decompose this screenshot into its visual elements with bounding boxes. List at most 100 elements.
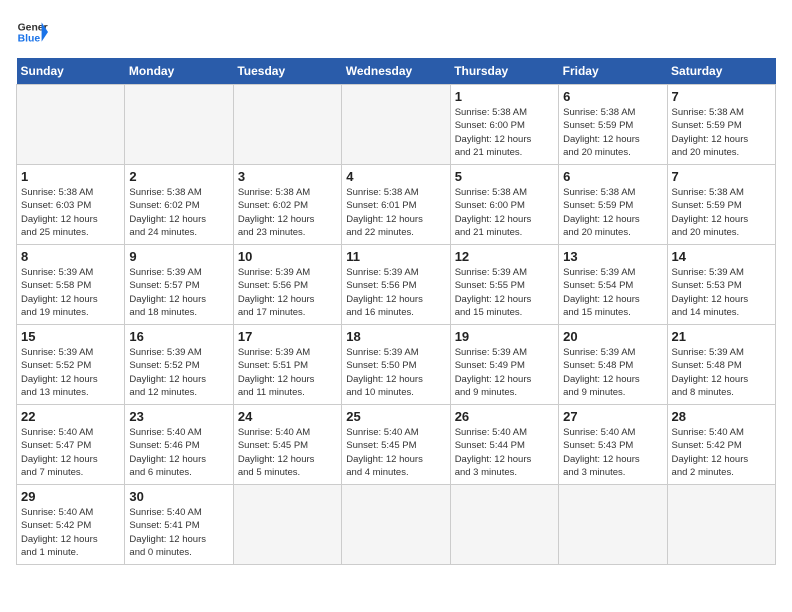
day-number: 19 xyxy=(455,329,554,344)
calendar-cell: 17 Sunrise: 5:39 AM Sunset: 5:51 PM Dayli… xyxy=(233,325,341,405)
column-header-friday: Friday xyxy=(559,58,667,85)
day-number: 21 xyxy=(672,329,771,344)
header-row: SundayMondayTuesdayWednesdayThursdayFrid… xyxy=(17,58,776,85)
calendar-cell: 28 Sunrise: 5:40 AM Sunset: 5:42 PM Dayli… xyxy=(667,405,775,485)
day-number: 18 xyxy=(346,329,445,344)
day-info: Sunrise: 5:40 AM Sunset: 5:42 PM Dayligh… xyxy=(672,426,771,479)
day-info: Sunrise: 5:38 AM Sunset: 5:59 PM Dayligh… xyxy=(672,106,771,159)
calendar-cell: 15 Sunrise: 5:39 AM Sunset: 5:52 PM Dayli… xyxy=(17,325,125,405)
day-number: 4 xyxy=(346,169,445,184)
calendar-cell: 11 Sunrise: 5:39 AM Sunset: 5:56 PM Dayli… xyxy=(342,245,450,325)
day-number: 5 xyxy=(455,169,554,184)
calendar-cell: 25Sunrise: 5:40 AM Sunset: 5:45 PM Dayli… xyxy=(342,405,450,485)
week-row: 1 Sunrise: 5:38 AM Sunset: 6:00 PM Daylig… xyxy=(17,85,776,165)
calendar-cell: 24Sunrise: 5:40 AM Sunset: 5:45 PM Dayli… xyxy=(233,405,341,485)
day-number: 7 xyxy=(672,169,771,184)
day-number: 22 xyxy=(21,409,120,424)
day-info: Sunrise: 5:38 AM Sunset: 5:59 PM Dayligh… xyxy=(563,106,662,159)
day-number: 28 xyxy=(672,409,771,424)
day-info: Sunrise: 5:39 AM Sunset: 5:57 PM Dayligh… xyxy=(129,266,228,319)
day-info: Sunrise: 5:38 AM Sunset: 5:59 PM Dayligh… xyxy=(563,186,662,239)
day-info: Sunrise: 5:40 AM Sunset: 5:46 PM Dayligh… xyxy=(129,426,228,479)
day-number: 11 xyxy=(346,249,445,264)
day-info: Sunrise: 5:38 AM Sunset: 6:00 PM Dayligh… xyxy=(455,106,554,159)
column-header-sunday: Sunday xyxy=(17,58,125,85)
day-number: 6 xyxy=(563,169,662,184)
day-number: 17 xyxy=(238,329,337,344)
calendar-cell: 9Sunrise: 5:39 AM Sunset: 5:57 PM Daylig… xyxy=(125,245,233,325)
day-info: Sunrise: 5:38 AM Sunset: 6:02 PM Dayligh… xyxy=(238,186,337,239)
day-number: 6 xyxy=(563,89,662,104)
calendar-cell: 4 Sunrise: 5:38 AM Sunset: 6:01 PM Daylig… xyxy=(342,165,450,245)
day-info: Sunrise: 5:40 AM Sunset: 5:42 PM Dayligh… xyxy=(21,506,120,559)
day-info: Sunrise: 5:40 AM Sunset: 5:41 PM Dayligh… xyxy=(129,506,228,559)
day-number: 13 xyxy=(563,249,662,264)
day-number: 10 xyxy=(238,249,337,264)
week-row: 22 Sunrise: 5:40 AM Sunset: 5:47 PM Dayli… xyxy=(17,405,776,485)
day-number: 23 xyxy=(129,409,228,424)
day-info: Sunrise: 5:39 AM Sunset: 5:56 PM Dayligh… xyxy=(346,266,445,319)
day-info: Sunrise: 5:39 AM Sunset: 5:52 PM Dayligh… xyxy=(21,346,120,399)
day-info: Sunrise: 5:40 AM Sunset: 5:44 PM Dayligh… xyxy=(455,426,554,479)
calendar-cell xyxy=(559,485,667,565)
day-number: 30 xyxy=(129,489,228,504)
column-header-thursday: Thursday xyxy=(450,58,558,85)
day-number: 15 xyxy=(21,329,120,344)
day-info: Sunrise: 5:39 AM Sunset: 5:48 PM Dayligh… xyxy=(672,346,771,399)
day-number: 29 xyxy=(21,489,120,504)
calendar-cell: 21 Sunrise: 5:39 AM Sunset: 5:48 PM Dayli… xyxy=(667,325,775,405)
day-number: 2 xyxy=(129,169,228,184)
calendar-cell: 19Sunrise: 5:39 AM Sunset: 5:49 PM Dayli… xyxy=(450,325,558,405)
calendar-cell: 2 Sunrise: 5:38 AM Sunset: 6:02 PM Daylig… xyxy=(125,165,233,245)
calendar-cell: 23 Sunrise: 5:40 AM Sunset: 5:46 PM Dayli… xyxy=(125,405,233,485)
week-row: 1Sunrise: 5:38 AM Sunset: 6:03 PM Daylig… xyxy=(17,165,776,245)
day-number: 7 xyxy=(672,89,771,104)
calendar-cell xyxy=(233,485,341,565)
logo: General Blue xyxy=(16,16,48,48)
calendar-table: SundayMondayTuesdayWednesdayThursdayFrid… xyxy=(16,58,776,565)
page-header: General Blue xyxy=(16,16,776,48)
calendar-cell xyxy=(342,485,450,565)
calendar-cell: 6 Sunrise: 5:38 AM Sunset: 5:59 PM Daylig… xyxy=(559,85,667,165)
calendar-cell: 7 Sunrise: 5:38 AM Sunset: 5:59 PM Daylig… xyxy=(667,85,775,165)
calendar-cell: 26 Sunrise: 5:40 AM Sunset: 5:44 PM Dayli… xyxy=(450,405,558,485)
day-number: 3 xyxy=(238,169,337,184)
calendar-cell xyxy=(17,85,125,165)
day-info: Sunrise: 5:39 AM Sunset: 5:51 PM Dayligh… xyxy=(238,346,337,399)
day-number: 1 xyxy=(455,89,554,104)
calendar-cell xyxy=(233,85,341,165)
day-info: Sunrise: 5:40 AM Sunset: 5:47 PM Dayligh… xyxy=(21,426,120,479)
day-info: Sunrise: 5:40 AM Sunset: 5:45 PM Dayligh… xyxy=(346,426,445,479)
day-info: Sunrise: 5:39 AM Sunset: 5:54 PM Dayligh… xyxy=(563,266,662,319)
day-number: 26 xyxy=(455,409,554,424)
calendar-cell: 1 Sunrise: 5:38 AM Sunset: 6:00 PM Daylig… xyxy=(450,85,558,165)
calendar-cell: 7Sunrise: 5:38 AM Sunset: 5:59 PM Daylig… xyxy=(667,165,775,245)
svg-text:Blue: Blue xyxy=(18,34,41,45)
calendar-cell: 6 Sunrise: 5:38 AM Sunset: 5:59 PM Daylig… xyxy=(559,165,667,245)
calendar-cell: 22 Sunrise: 5:40 AM Sunset: 5:47 PM Dayli… xyxy=(17,405,125,485)
day-number: 20 xyxy=(563,329,662,344)
calendar-cell: 29 Sunrise: 5:40 AM Sunset: 5:42 PM Dayli… xyxy=(17,485,125,565)
day-info: Sunrise: 5:39 AM Sunset: 5:58 PM Dayligh… xyxy=(21,266,120,319)
column-header-tuesday: Tuesday xyxy=(233,58,341,85)
calendar-cell: 18 Sunrise: 5:39 AM Sunset: 5:50 PM Dayli… xyxy=(342,325,450,405)
day-info: Sunrise: 5:38 AM Sunset: 6:01 PM Dayligh… xyxy=(346,186,445,239)
day-info: Sunrise: 5:38 AM Sunset: 6:00 PM Dayligh… xyxy=(455,186,554,239)
day-number: 24 xyxy=(238,409,337,424)
day-info: Sunrise: 5:38 AM Sunset: 6:03 PM Dayligh… xyxy=(21,186,120,239)
week-row: 29 Sunrise: 5:40 AM Sunset: 5:42 PM Dayli… xyxy=(17,485,776,565)
calendar-cell: 20Sunrise: 5:39 AM Sunset: 5:48 PM Dayli… xyxy=(559,325,667,405)
day-number: 14 xyxy=(672,249,771,264)
day-info: Sunrise: 5:39 AM Sunset: 5:50 PM Dayligh… xyxy=(346,346,445,399)
column-header-monday: Monday xyxy=(125,58,233,85)
day-info: Sunrise: 5:38 AM Sunset: 6:02 PM Dayligh… xyxy=(129,186,228,239)
day-number: 27 xyxy=(563,409,662,424)
calendar-cell: 30 Sunrise: 5:40 AM Sunset: 5:41 PM Dayli… xyxy=(125,485,233,565)
calendar-cell: 27Sunrise: 5:40 AM Sunset: 5:43 PM Dayli… xyxy=(559,405,667,485)
day-number: 16 xyxy=(129,329,228,344)
calendar-cell: 13 Sunrise: 5:39 AM Sunset: 5:54 PM Dayli… xyxy=(559,245,667,325)
day-info: Sunrise: 5:39 AM Sunset: 5:55 PM Dayligh… xyxy=(455,266,554,319)
week-row: 8Sunrise: 5:39 AM Sunset: 5:58 PM Daylig… xyxy=(17,245,776,325)
calendar-cell xyxy=(667,485,775,565)
day-info: Sunrise: 5:39 AM Sunset: 5:52 PM Dayligh… xyxy=(129,346,228,399)
